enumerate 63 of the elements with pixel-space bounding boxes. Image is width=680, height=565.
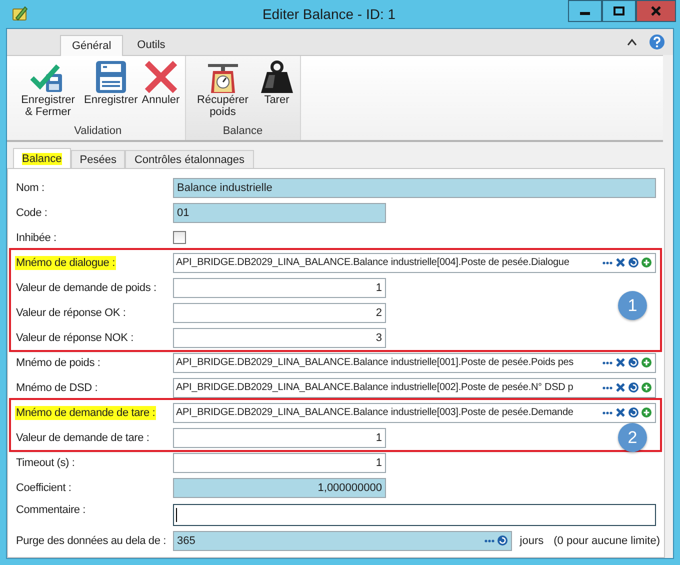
field-label: Inhibée : (15, 230, 58, 244)
field-label: Purge des données au dela de : (15, 534, 167, 548)
field-label: Valeur de demande de poids : (15, 280, 158, 294)
number-field[interactable]: 1 (173, 278, 386, 298)
number-field[interactable]: 3 (173, 328, 386, 348)
number-field[interactable]: 1 (173, 452, 386, 472)
field-label: Mnémo de poids : (15, 356, 102, 370)
ribbon-button[interactable]: Annuler (140, 60, 181, 106)
field-label: Valeur de demande de tare : (15, 430, 150, 444)
field-label: Coefficient : (15, 480, 72, 494)
clear-icon[interactable] (615, 357, 626, 368)
ribbon-button[interactable]: Enregistrer & Fermer (15, 60, 81, 118)
comment-field[interactable] (173, 504, 656, 526)
number-field[interactable]: 1 (173, 428, 386, 448)
close-icon (650, 6, 662, 16)
ribbon-button[interactable]: Tarer (258, 60, 296, 106)
checkbox[interactable] (173, 231, 186, 244)
maximize-button[interactable] (602, 0, 636, 22)
ribbon-tab[interactable]: Outils (125, 34, 178, 55)
clear-icon[interactable] (615, 257, 626, 268)
close-button[interactable] (636, 0, 676, 22)
add-icon[interactable] (641, 257, 652, 268)
field-label: Nom : (15, 180, 46, 194)
field-label: Valeur de réponse OK : (15, 306, 127, 320)
field-label: Mnémo de demande de tare : (15, 406, 156, 420)
refresh-icon[interactable] (628, 357, 639, 368)
hint-text: (0 pour aucune limite) (554, 534, 660, 546)
content-tab[interactable]: Balance (13, 148, 71, 168)
number-field[interactable]: 2 (173, 302, 386, 322)
collapse-icon[interactable] (627, 38, 637, 46)
add-icon[interactable] (641, 407, 652, 418)
add-icon[interactable] (641, 357, 652, 368)
group-label: Validation (74, 125, 122, 139)
field-label: Commentaire : (15, 503, 87, 517)
ribbon-button[interactable]: Enregistrer (83, 60, 139, 106)
add-icon[interactable] (641, 382, 652, 393)
weight-icon (258, 60, 295, 94)
x-mark-icon (142, 60, 179, 94)
ribbon-button[interactable]: Récupérer poids (190, 60, 256, 118)
minimize-button[interactable] (568, 0, 602, 22)
number-field[interactable]: 1,000000000 (173, 478, 386, 498)
field-label: Mnémo de dialogue : (15, 256, 116, 270)
window-title: Editer Balance - ID: 1 (261, 6, 397, 22)
content-tab[interactable]: Pesées (70, 150, 126, 168)
refresh-icon[interactable] (628, 407, 639, 418)
clear-icon[interactable] (615, 382, 626, 393)
help-icon[interactable] (649, 34, 665, 50)
content-tab[interactable]: Contrôles étalonnages (125, 150, 254, 168)
unit-label: jours (520, 534, 544, 546)
refresh-icon[interactable] (628, 257, 639, 268)
maximize-icon (613, 6, 625, 16)
clear-icon[interactable] (615, 407, 626, 418)
field-label: Code : (15, 206, 48, 220)
field-label: Timeout (s) : (15, 456, 76, 470)
group-label: Balance (222, 125, 263, 139)
text-field[interactable]: Balance industrielle (173, 178, 656, 198)
number-badge: 1 (618, 291, 647, 320)
text-field[interactable]: 01 (173, 202, 386, 222)
refresh-icon[interactable] (628, 382, 639, 393)
field-label: Valeur de réponse NOK : (15, 330, 134, 344)
number-badge: 2 (618, 423, 647, 452)
ribbon-tab[interactable]: Général (60, 35, 124, 56)
field-label: Mnémo de DSD : (15, 380, 99, 394)
